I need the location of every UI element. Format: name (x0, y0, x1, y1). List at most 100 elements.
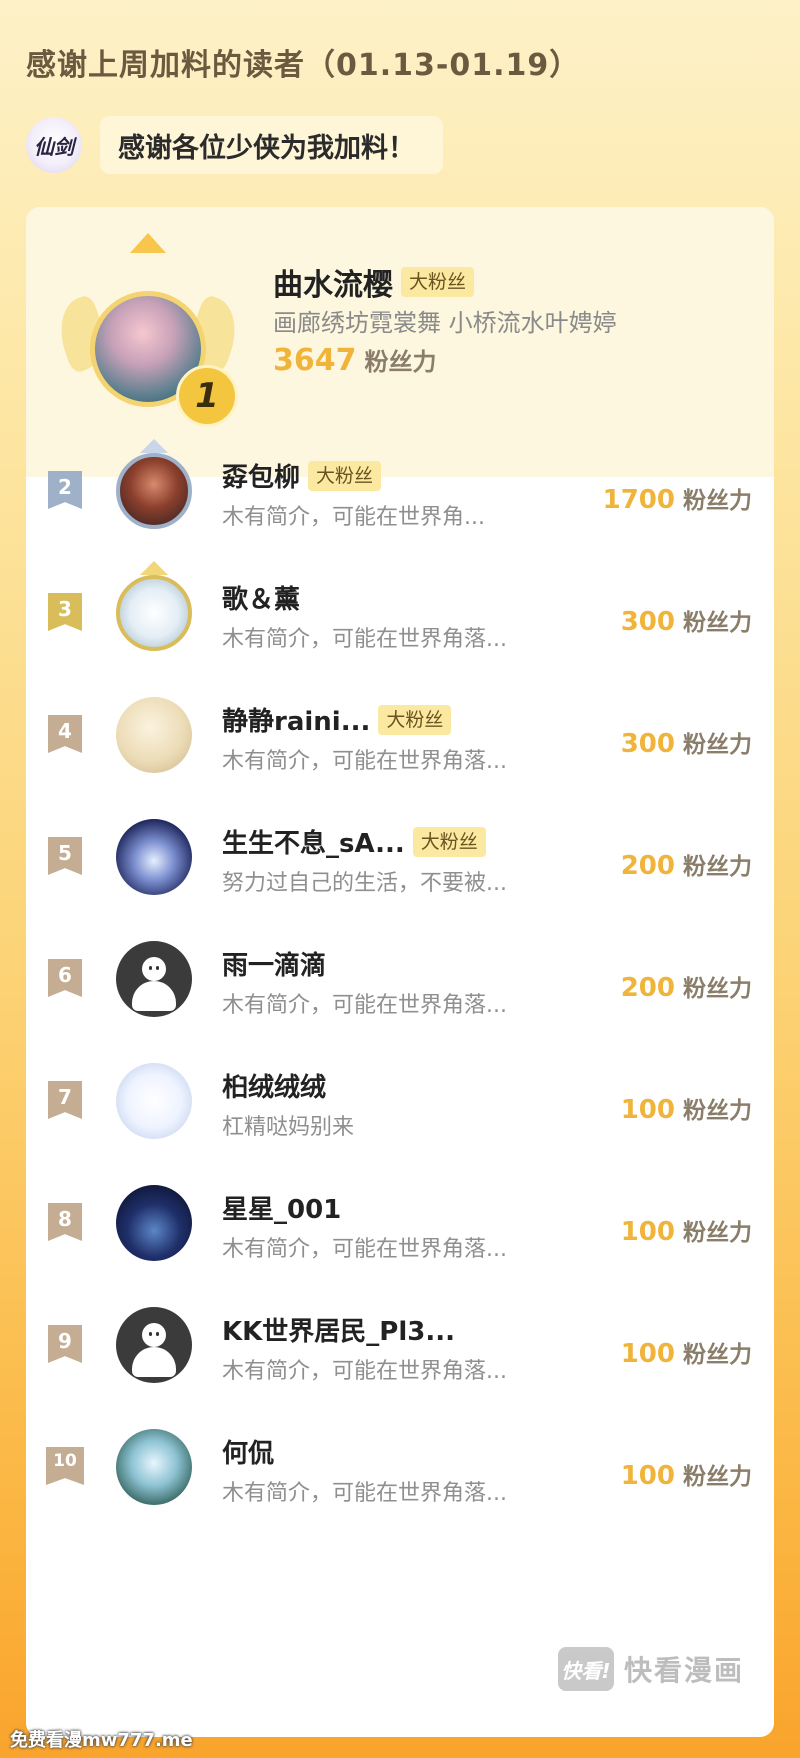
reader-name[interactable]: 星星_001 (222, 1189, 341, 1226)
fan-tag: 大粉丝 (378, 704, 452, 735)
fan-tag: 大粉丝 (401, 267, 475, 297)
default-avatar-head-icon (142, 1323, 166, 1347)
list-item[interactable]: 3 歌＆薰 木有简介，可能在世界角落... 300 粉丝力 (26, 557, 774, 679)
rank-badge: 2 (48, 471, 82, 509)
reader-name[interactable]: 静静raini... (222, 701, 370, 738)
score-value: 100 (620, 1095, 675, 1125)
reader-name-row: 星星_001 (222, 1189, 341, 1226)
score-value: 200 (620, 973, 675, 1003)
list-item[interactable]: 10 何侃木有简介，可能在世界角落... 100 粉丝力 (26, 1411, 774, 1533)
list-item[interactable]: 2 孬包柳 大粉丝 木有简介，可能在世界角... 1700 粉丝力 (26, 435, 774, 557)
score-unit: 粉丝力 (683, 1464, 752, 1490)
score-unit: 粉丝力 (683, 1342, 752, 1368)
rank-badge: 5 (48, 837, 82, 875)
score-value: 100 (620, 1461, 675, 1491)
score-unit: 粉丝力 (683, 732, 752, 758)
reader-score: 300 粉丝力 (621, 603, 752, 637)
reader-name[interactable]: 歌＆薰 (222, 579, 300, 616)
reader-bio: 木有简介，可能在世界角落... (222, 1359, 507, 1384)
reader-score: 200 粉丝力 (621, 847, 752, 881)
reader-score: 100 粉丝力 (621, 1091, 752, 1125)
avatar[interactable] (116, 819, 192, 895)
avatar[interactable] (116, 941, 192, 1017)
list-item[interactable]: 9 KK世界居民_Pl3... 木有简介，可能在世界角落... 100 粉丝力 (26, 1289, 774, 1411)
eye-icon (149, 1332, 152, 1336)
rank-badge: 8 (48, 1203, 82, 1241)
reader-name-row: 桕绒绒绒 (222, 1067, 326, 1104)
crown-icon (140, 439, 168, 453)
crown-icon (140, 561, 168, 575)
reader-name-row: 曲水流樱 大粉丝 (273, 260, 475, 304)
watermark-logo-icon: 快看! (557, 1647, 614, 1691)
rank-badge: 6 (48, 959, 82, 997)
author-logo[interactable]: 仙剑 (26, 117, 82, 173)
avatar[interactable] (116, 1429, 192, 1505)
ranking-card: 1 曲水流樱 大粉丝 画廊绣坊霓裳舞 小桥流水叶娉婷 3647 粉丝力 2 孬包柳大… (26, 207, 774, 1737)
score-unit: 粉丝力 (364, 348, 437, 376)
eye-icon (156, 1332, 159, 1336)
reader-bio: 木有简介，可能在世界角落... (222, 1481, 507, 1506)
reader-name-row: 孬包柳 大粉丝 (222, 457, 382, 494)
reader-bio: 木有简介，可能在世界角落... (222, 993, 507, 1018)
list-item[interactable]: 4 静静raini... 大粉丝木有简介，可能在世界角落... 300 粉丝力 (26, 679, 774, 801)
score-value: 1700 (602, 485, 675, 515)
reader-score: 300 粉丝力 (621, 725, 752, 759)
reader-bio: 杠精哒妈别来 (222, 1115, 355, 1140)
avatar[interactable] (116, 1185, 192, 1261)
page-title: 感谢上周加料的读者（01.13-01.19） (26, 48, 581, 83)
rank-badge: 10 (46, 1447, 84, 1485)
reader-score: 100 粉丝力 (621, 1457, 752, 1491)
crown-icon (130, 233, 166, 253)
score-unit: 粉丝力 (683, 488, 752, 514)
reader-name-row: KK世界居民_Pl3... (222, 1311, 455, 1348)
reader-name[interactable]: 生生不息_sA... (222, 823, 405, 860)
eye-icon (149, 966, 152, 970)
score-value: 100 (620, 1217, 675, 1247)
reader-score: 1700 粉丝力 (603, 481, 752, 515)
default-avatar-head-icon (142, 957, 166, 981)
rank-badge: 9 (48, 1325, 82, 1363)
reader-name-row: 静静raini... 大粉丝 (222, 701, 452, 738)
avatar[interactable] (116, 1063, 192, 1139)
default-avatar-body-icon (132, 1347, 176, 1377)
thanks-row: 仙剑 感谢各位少侠为我加料！ (26, 115, 443, 175)
score-value: 100 (620, 1339, 675, 1369)
score-unit: 粉丝力 (683, 854, 752, 880)
reader-bio: 努力过自己的生活，不要被... (222, 871, 507, 896)
score-unit: 粉丝力 (683, 976, 752, 1002)
avatar[interactable] (116, 1307, 192, 1383)
rank-badge: 7 (48, 1081, 82, 1119)
score-unit: 粉丝力 (683, 610, 752, 636)
reader-name[interactable]: 雨一滴滴 (222, 945, 326, 982)
reader-name[interactable]: 何侃 (222, 1433, 274, 1470)
reader-name-row: 歌＆薰 (222, 579, 300, 616)
reader-bio: 木有简介，可能在世界角落... (222, 749, 507, 774)
avatar[interactable] (116, 575, 192, 651)
score-value: 300 (620, 607, 675, 637)
reader-bio: 画廊绣坊霓裳舞 小桥流水叶娉婷 (273, 309, 617, 337)
list-item[interactable]: 5 生生不息_sA... 大粉丝努力过自己的生活，不要被... 200 粉丝力 (26, 801, 774, 923)
reader-name[interactable]: 曲水流樱 (273, 260, 393, 304)
footer-url[interactable]: 免费看漫mw777.me (10, 1726, 193, 1752)
score-unit: 粉丝力 (683, 1098, 752, 1124)
avatar[interactable] (116, 453, 192, 529)
avatar[interactable] (116, 697, 192, 773)
rank-badge: 4 (48, 715, 82, 753)
reader-score: 3647 粉丝力 (273, 342, 437, 378)
score-value: 300 (620, 729, 675, 759)
list-item[interactable]: 6 雨一滴滴木有简介，可能在世界角落... 200 粉丝力 (26, 923, 774, 1045)
reader-name[interactable]: 孬包柳 (222, 457, 300, 494)
reader-bio: 木有简介，可能在世界角落... (222, 1237, 507, 1262)
fan-tag: 大粉丝 (412, 826, 486, 857)
list-item[interactable]: 7 桕绒绒绒杠精哒妈别来 100 粉丝力 (26, 1045, 774, 1167)
reader-score: 100 粉丝力 (621, 1213, 752, 1247)
reader-score: 100 粉丝力 (621, 1335, 752, 1369)
list-item[interactable]: 8 星星_001 木有简介，可能在世界角落... 100 粉丝力 (26, 1167, 774, 1289)
reader-name[interactable]: 桕绒绒绒 (222, 1067, 326, 1104)
eye-icon (156, 966, 159, 970)
reader-name[interactable]: KK世界居民_Pl3... (222, 1311, 455, 1348)
fan-tag: 大粉丝 (308, 460, 382, 491)
reader-name-row: 生生不息_sA... 大粉丝 (222, 823, 486, 860)
watermark: 快看! 快看漫画 (557, 1647, 744, 1691)
rank-badge: 1 (176, 365, 238, 427)
